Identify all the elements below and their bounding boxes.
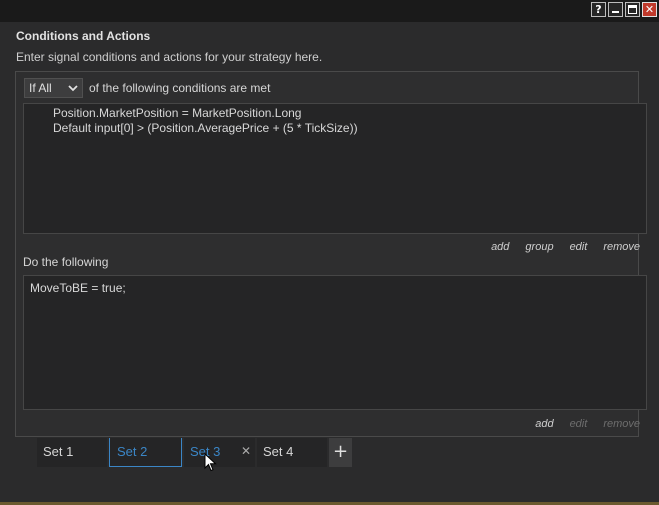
close-button[interactable]: ✕ (642, 2, 657, 17)
group-condition-link[interactable]: group (525, 241, 553, 253)
maximize-button[interactable] (625, 2, 640, 17)
minimize-button[interactable] (608, 2, 623, 17)
chevron-down-icon (68, 85, 78, 92)
add-condition-link[interactable]: add (491, 241, 509, 253)
action-line[interactable]: MoveToBE = true; (30, 281, 646, 296)
edit-action-link: edit (569, 418, 588, 430)
add-action-link[interactable]: add (535, 418, 553, 430)
tab-set-4[interactable]: Set 4 (257, 438, 327, 467)
tab-set-2[interactable]: Set 2 (109, 438, 182, 467)
minimize-icon (612, 11, 619, 13)
match-mode-select[interactable]: If All (24, 78, 83, 98)
remove-action-link: remove (603, 418, 640, 430)
conditions-links: add group edit remove (491, 241, 640, 253)
match-mode-value: If All (29, 81, 52, 95)
tab-close-icon[interactable]: ✕ (241, 444, 251, 458)
condition-line[interactable]: Position.MarketPosition = MarketPosition… (53, 106, 646, 121)
title-bar: ? ✕ (0, 0, 659, 22)
tab-label: Set 4 (263, 444, 294, 459)
help-button[interactable]: ? (591, 2, 606, 17)
edit-condition-link[interactable]: edit (570, 241, 588, 253)
tab-label: Set 1 (43, 444, 74, 459)
condition-line[interactable]: Default input[0] > (Position.AveragePric… (53, 121, 646, 136)
window-controls: ? ✕ (591, 2, 657, 17)
actions-list[interactable]: MoveToBE = true; (23, 275, 647, 410)
tab-label: Set 2 (117, 444, 148, 459)
actions-links: add edit remove (535, 418, 640, 430)
section-description: Enter signal conditions and actions for … (16, 50, 323, 64)
maximize-icon (628, 5, 637, 14)
match-mode-suffix: of the following conditions are met (89, 81, 271, 95)
actions-label: Do the following (23, 255, 109, 269)
mouse-cursor-icon (204, 453, 217, 472)
add-tab-button[interactable]: + (329, 438, 352, 467)
section-title: Conditions and Actions (16, 29, 151, 43)
tab-set-1[interactable]: Set 1 (37, 438, 107, 467)
conditions-list[interactable]: Position.MarketPosition = MarketPosition… (23, 103, 647, 234)
tab-set-3[interactable]: Set 3 ✕ (184, 438, 255, 467)
remove-condition-link[interactable]: remove (603, 241, 640, 253)
